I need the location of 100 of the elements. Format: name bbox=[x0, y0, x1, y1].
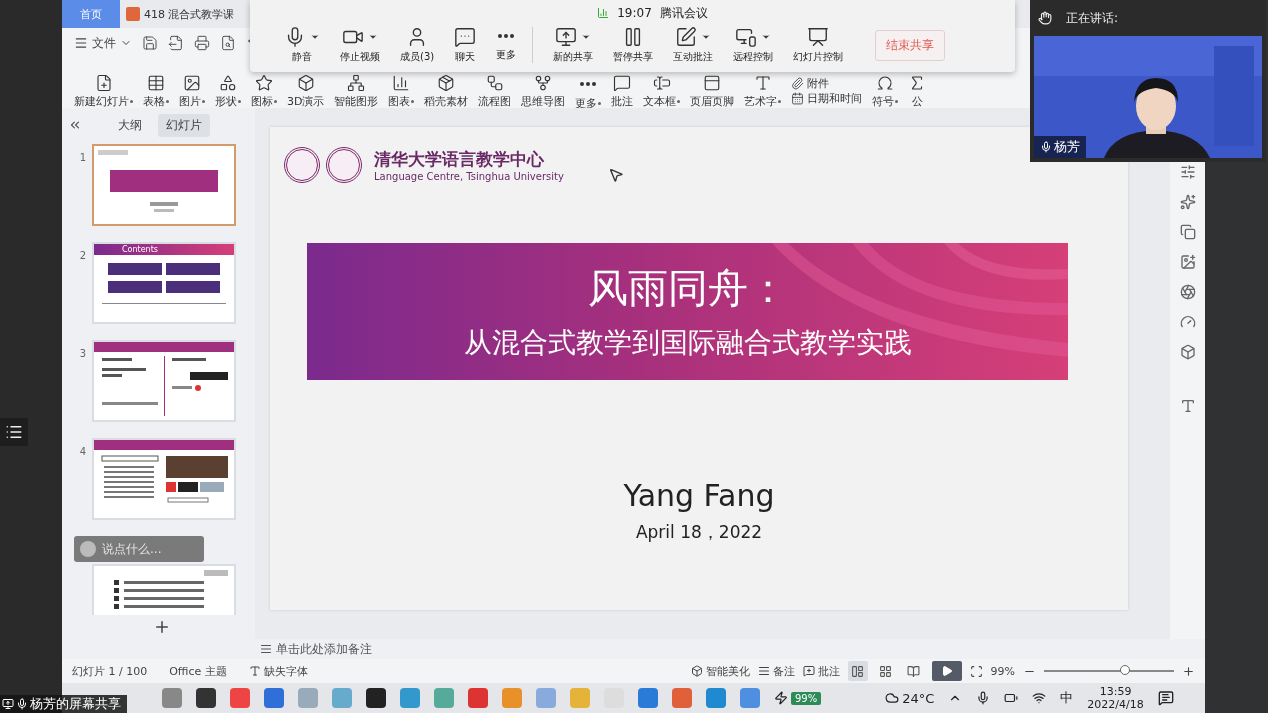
table-icon bbox=[147, 74, 165, 92]
cube-icon[interactable] bbox=[1179, 344, 1196, 360]
zoom-in-icon[interactable] bbox=[1182, 664, 1195, 678]
app-icon[interactable] bbox=[366, 688, 386, 708]
meeting-toolbar-button[interactable]: 静音 bbox=[278, 26, 326, 64]
image-icon bbox=[183, 74, 201, 92]
aperture-icon[interactable] bbox=[1179, 284, 1196, 300]
sparkle-icon[interactable] bbox=[1179, 194, 1196, 210]
zoom-slider-thumb[interactable] bbox=[1119, 665, 1130, 675]
meeting-toolbar-button[interactable]: 更多 bbox=[490, 26, 523, 64]
meeting-toolbar-button[interactable]: 暂停共享 bbox=[607, 26, 660, 64]
microphone-icon[interactable] bbox=[976, 691, 991, 705]
meeting-toolbar-button[interactable]: 幻灯片控制 bbox=[787, 26, 850, 64]
cube-icon bbox=[690, 665, 703, 677]
battery-icon[interactable] bbox=[1004, 691, 1019, 705]
ribbon-button[interactable]: 附件 bbox=[791, 76, 863, 91]
zoom-value[interactable]: 99% bbox=[990, 664, 1015, 678]
preview-icon[interactable] bbox=[220, 35, 236, 51]
clock[interactable]: 13:59 2022/4/18 bbox=[1087, 685, 1144, 711]
textbox-icon bbox=[652, 74, 671, 92]
save-icon[interactable] bbox=[142, 35, 158, 51]
paperclip-icon bbox=[791, 77, 805, 90]
ribbon-button[interactable]: 日期和时间 bbox=[791, 91, 863, 106]
notification-icon[interactable] bbox=[1157, 690, 1174, 706]
microphone-icon bbox=[16, 698, 28, 710]
meeting-toolbar-button[interactable]: 新的共享 bbox=[547, 26, 600, 64]
panel-tab[interactable]: 大纲 bbox=[110, 113, 150, 137]
image-icon[interactable] bbox=[1179, 254, 1196, 270]
comment-icon bbox=[613, 74, 632, 92]
sliders-icon[interactable] bbox=[1179, 164, 1196, 180]
file-menu[interactable]: 文件 bbox=[74, 34, 132, 52]
missing-font-button[interactable]: 缺失字体 bbox=[248, 663, 308, 679]
mindmap-icon bbox=[534, 74, 553, 92]
ribbon-button[interactable]: 流程图 bbox=[474, 74, 516, 109]
pen-icon bbox=[675, 26, 698, 48]
print-icon[interactable] bbox=[194, 35, 210, 51]
ribbon-button[interactable]: 更多 bbox=[571, 74, 606, 111]
panel-tab[interactable]: 幻灯片 bbox=[158, 113, 210, 137]
dropdown-dot-icon bbox=[274, 100, 277, 103]
ribbon-button[interactable]: 公 bbox=[904, 74, 931, 109]
ribbon-button[interactable]: 艺术字 bbox=[740, 74, 786, 109]
charging-icon bbox=[774, 691, 788, 705]
beautify-button[interactable]: 智能美化 bbox=[690, 663, 750, 679]
fit-icon[interactable] bbox=[969, 664, 983, 678]
chat-bar[interactable]: 说点什么... bbox=[74, 536, 204, 562]
gauge-icon[interactable] bbox=[1179, 314, 1196, 330]
text-icon[interactable] bbox=[1179, 398, 1196, 414]
meeting-toolbar-button[interactable]: 聊天 bbox=[448, 26, 483, 64]
wifi-icon[interactable] bbox=[1032, 691, 1047, 705]
caret-icon bbox=[310, 32, 320, 42]
ribbon-button[interactable]: 稻壳素材 bbox=[420, 74, 473, 109]
input-method[interactable]: 中 bbox=[1060, 689, 1074, 707]
ribbon-button[interactable]: 3D演示 bbox=[283, 74, 329, 109]
comments-button[interactable]: 批注 bbox=[802, 663, 840, 679]
weather-temperature[interactable]: 24°C bbox=[902, 690, 935, 706]
screen-share-label: 杨芳的屏幕共享 bbox=[0, 695, 127, 713]
shapes-icon bbox=[219, 74, 237, 92]
meeting-time: 19:07 bbox=[617, 6, 652, 20]
ribbon-button[interactable]: 页眉页脚 bbox=[686, 74, 739, 109]
diagram-icon bbox=[347, 74, 366, 92]
ribbon-button[interactable]: 智能图形 bbox=[330, 74, 383, 109]
notes-placeholder[interactable]: 单击此处添加备注 bbox=[276, 640, 372, 658]
meeting-toolbar-button[interactable]: 停止视频 bbox=[334, 26, 386, 64]
meeting-toolbar-button[interactable]: 成员(3) bbox=[394, 26, 441, 64]
ribbon-button[interactable]: 文本框 bbox=[639, 74, 685, 109]
ribbon-button[interactable]: 图片 bbox=[175, 74, 209, 109]
remote-control-icon bbox=[735, 26, 758, 48]
list-button[interactable] bbox=[0, 417, 28, 446]
meeting-toolbar-button[interactable]: 互动批注 bbox=[667, 26, 720, 64]
emblem-icon bbox=[326, 147, 362, 183]
dropdown-dot-icon bbox=[778, 100, 782, 103]
weather-icon bbox=[885, 691, 900, 705]
chat-input-field[interactable]: 说点什么... bbox=[102, 542, 192, 556]
export-icon[interactable] bbox=[168, 35, 184, 51]
dropdown-dot-icon bbox=[202, 100, 205, 103]
play-button[interactable] bbox=[931, 661, 962, 681]
document-tab[interactable]: 418 混合式教学课 bbox=[120, 0, 241, 28]
menu-icon bbox=[74, 36, 88, 50]
ribbon-button[interactable]: 形状 bbox=[211, 74, 245, 109]
slide-date: April 18，2022 bbox=[635, 521, 763, 544]
speaker-name: 杨芳 bbox=[1034, 136, 1086, 158]
meeting-toolbar-button[interactable]: 远程控制 bbox=[727, 26, 780, 64]
notes-button[interactable]: 备注 bbox=[757, 663, 795, 679]
cube-icon bbox=[296, 74, 315, 92]
ribbon-button[interactable]: 批注 bbox=[607, 74, 638, 109]
ribbon-button[interactable]: 图表 bbox=[384, 74, 419, 109]
app-icon[interactable] bbox=[196, 688, 216, 708]
slide-title: 风雨同舟： bbox=[587, 264, 788, 313]
more-icon bbox=[498, 34, 515, 38]
copy-icon[interactable] bbox=[1179, 224, 1196, 240]
view-button[interactable] bbox=[847, 661, 868, 681]
slide-thumbnail[interactable]: Contents bbox=[92, 242, 236, 324]
notes-icon bbox=[757, 665, 770, 677]
meeting-title: 腾讯会议 bbox=[659, 4, 708, 22]
collapse-icon[interactable] bbox=[68, 118, 82, 132]
ribbon-button[interactable]: 思维导图 bbox=[517, 74, 570, 109]
ribbon-button[interactable]: 表格 bbox=[139, 74, 173, 109]
caret-icon bbox=[368, 32, 378, 42]
share-screen-icon bbox=[555, 26, 578, 48]
ribbon-button[interactable]: 新建幻灯片 bbox=[70, 74, 137, 109]
